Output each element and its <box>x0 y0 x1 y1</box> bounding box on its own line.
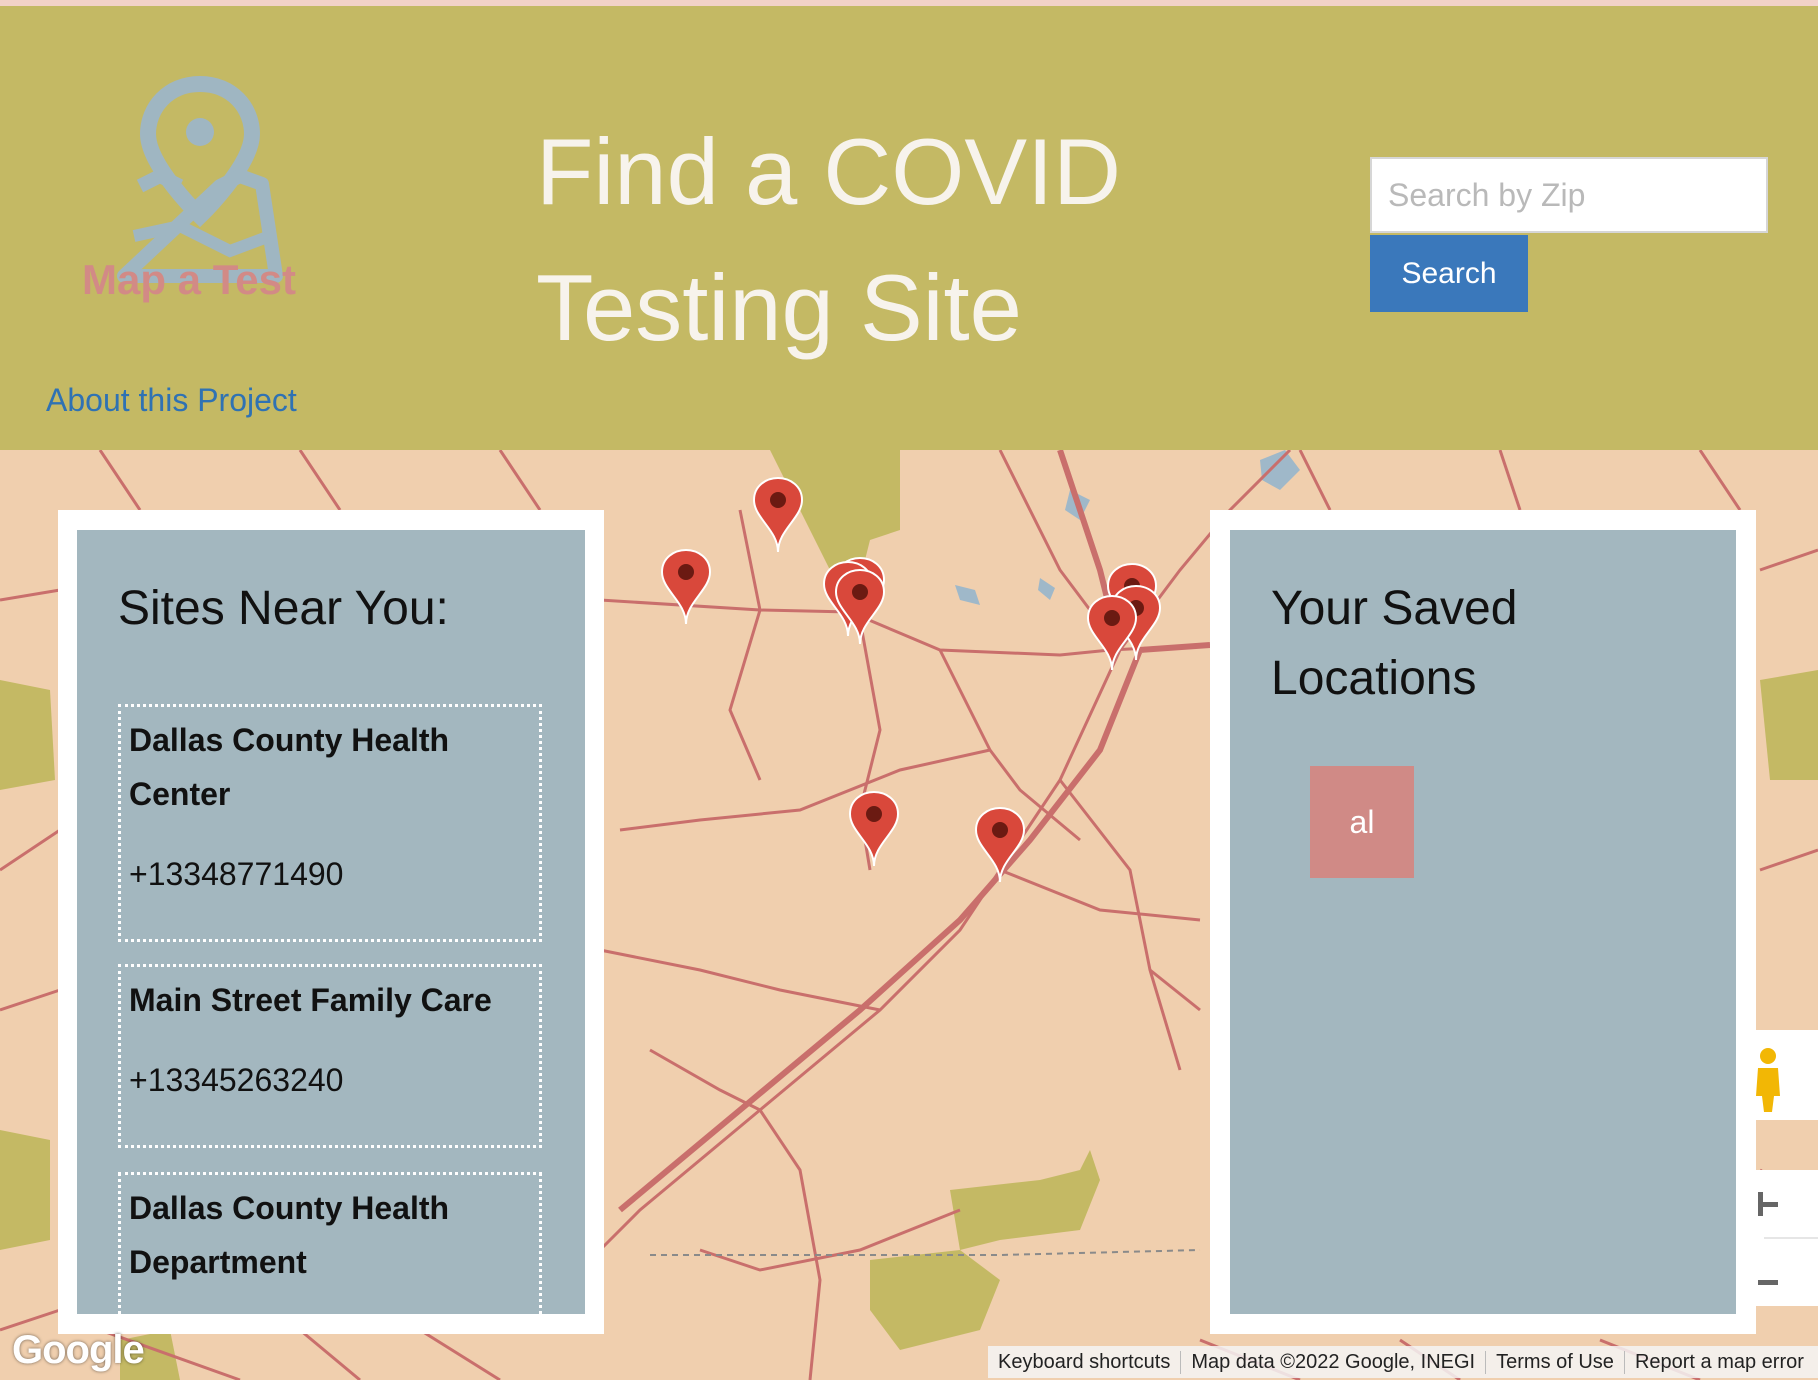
terms-of-use-link[interactable]: Terms of Use <box>1486 1350 1625 1374</box>
site-phone: +13348771490 <box>129 856 344 892</box>
site-name: Dallas County Health Department <box>129 1190 450 1280</box>
zoom-in-icon[interactable] <box>1758 1192 1778 1216</box>
zoom-controls <box>1756 1170 1818 1306</box>
street-view-control[interactable] <box>1756 1030 1818 1120</box>
google-logo[interactable]: Google <box>12 1328 145 1373</box>
sites-near-you-panel: Sites Near You: Dallas County Health Cen… <box>77 530 585 1314</box>
saved-locations-panel: Your Saved Locations al <box>1230 530 1736 1314</box>
site-name: Main Street Family Care <box>129 982 492 1018</box>
report-map-error-link[interactable]: Report a map error <box>1625 1351 1814 1374</box>
site-card[interactable]: Dallas County Health Center +13348771490 <box>118 704 542 942</box>
zoom-out-icon[interactable] <box>1758 1280 1778 1285</box>
site-header: Map a Test Find a COVID Testing Site Abo… <box>0 6 1818 450</box>
page-title: Find a COVID Testing Site <box>536 104 1256 376</box>
logo-text: Map a Test <box>82 256 296 303</box>
site-card[interactable]: Main Street Family Care +13345263240 <box>118 964 542 1148</box>
saved-panel-title: Your Saved Locations <box>1271 582 1518 705</box>
map-data-text: Map data ©2022 Google, INEGI <box>1181 1350 1487 1374</box>
zoom-separator <box>1764 1237 1818 1239</box>
sites-panel-title: Sites Near You: <box>118 582 449 635</box>
saved-location-chip[interactable]: al <box>1310 766 1414 878</box>
site-phone: +13345263240 <box>129 1062 344 1098</box>
keyboard-shortcuts-link[interactable]: Keyboard shortcuts <box>988 1350 1182 1374</box>
title-line-1: Find a COVID <box>536 119 1122 224</box>
title-line-2: Testing Site <box>536 255 1022 360</box>
zip-search-input[interactable] <box>1370 157 1768 233</box>
site-name: Dallas County Health Center <box>129 722 450 812</box>
site-card[interactable]: Dallas County Health Department <box>118 1172 542 1314</box>
search-button[interactable]: Search <box>1370 235 1528 312</box>
map-attribution-bar: Keyboard shortcuts Map data ©2022 Google… <box>988 1346 1818 1378</box>
pegman-icon <box>1756 1048 1780 1112</box>
about-project-link[interactable]: About this Project <box>46 382 297 419</box>
